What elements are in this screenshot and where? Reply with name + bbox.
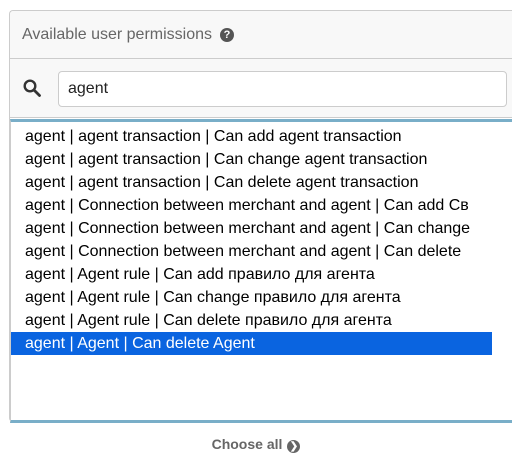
- search-icon: [23, 79, 41, 97]
- filter-input[interactable]: [58, 71, 507, 107]
- choose-all-label: Choose all: [211, 436, 283, 452]
- permission-option[interactable]: agent | Connection between merchant and …: [11, 240, 492, 263]
- arrow-circle-right-icon: ❯: [287, 440, 301, 453]
- permissions-selector: Available user permissions ? agent | age…: [9, 10, 512, 423]
- permission-option[interactable]: agent | Connection between merchant and …: [11, 194, 492, 217]
- choose-all-link[interactable]: Choose all ❯: [0, 436, 512, 453]
- available-permissions-list[interactable]: agent | agent transaction | Can add agen…: [10, 119, 512, 423]
- selector-header: Available user permissions ?: [10, 11, 512, 59]
- permission-option[interactable]: agent | agent transaction | Can change a…: [11, 148, 492, 171]
- permission-option[interactable]: agent | Agent rule | Can delete правило …: [11, 309, 492, 332]
- permission-option[interactable]: agent | Agent | Can delete Agent: [11, 332, 492, 355]
- question-circle-icon[interactable]: ?: [220, 27, 235, 42]
- selector-title: Available user permissions: [22, 25, 213, 43]
- permission-option[interactable]: agent | Connection between merchant and …: [11, 217, 492, 240]
- permission-option[interactable]: agent | Agent rule | Can add правило для…: [11, 263, 492, 286]
- filter-bar: [10, 59, 512, 118]
- permission-option[interactable]: agent | Agent rule | Can change правило …: [11, 286, 492, 309]
- permission-option[interactable]: agent | agent transaction | Can delete a…: [11, 171, 492, 194]
- permission-option[interactable]: agent | agent transaction | Can add agen…: [11, 125, 492, 148]
